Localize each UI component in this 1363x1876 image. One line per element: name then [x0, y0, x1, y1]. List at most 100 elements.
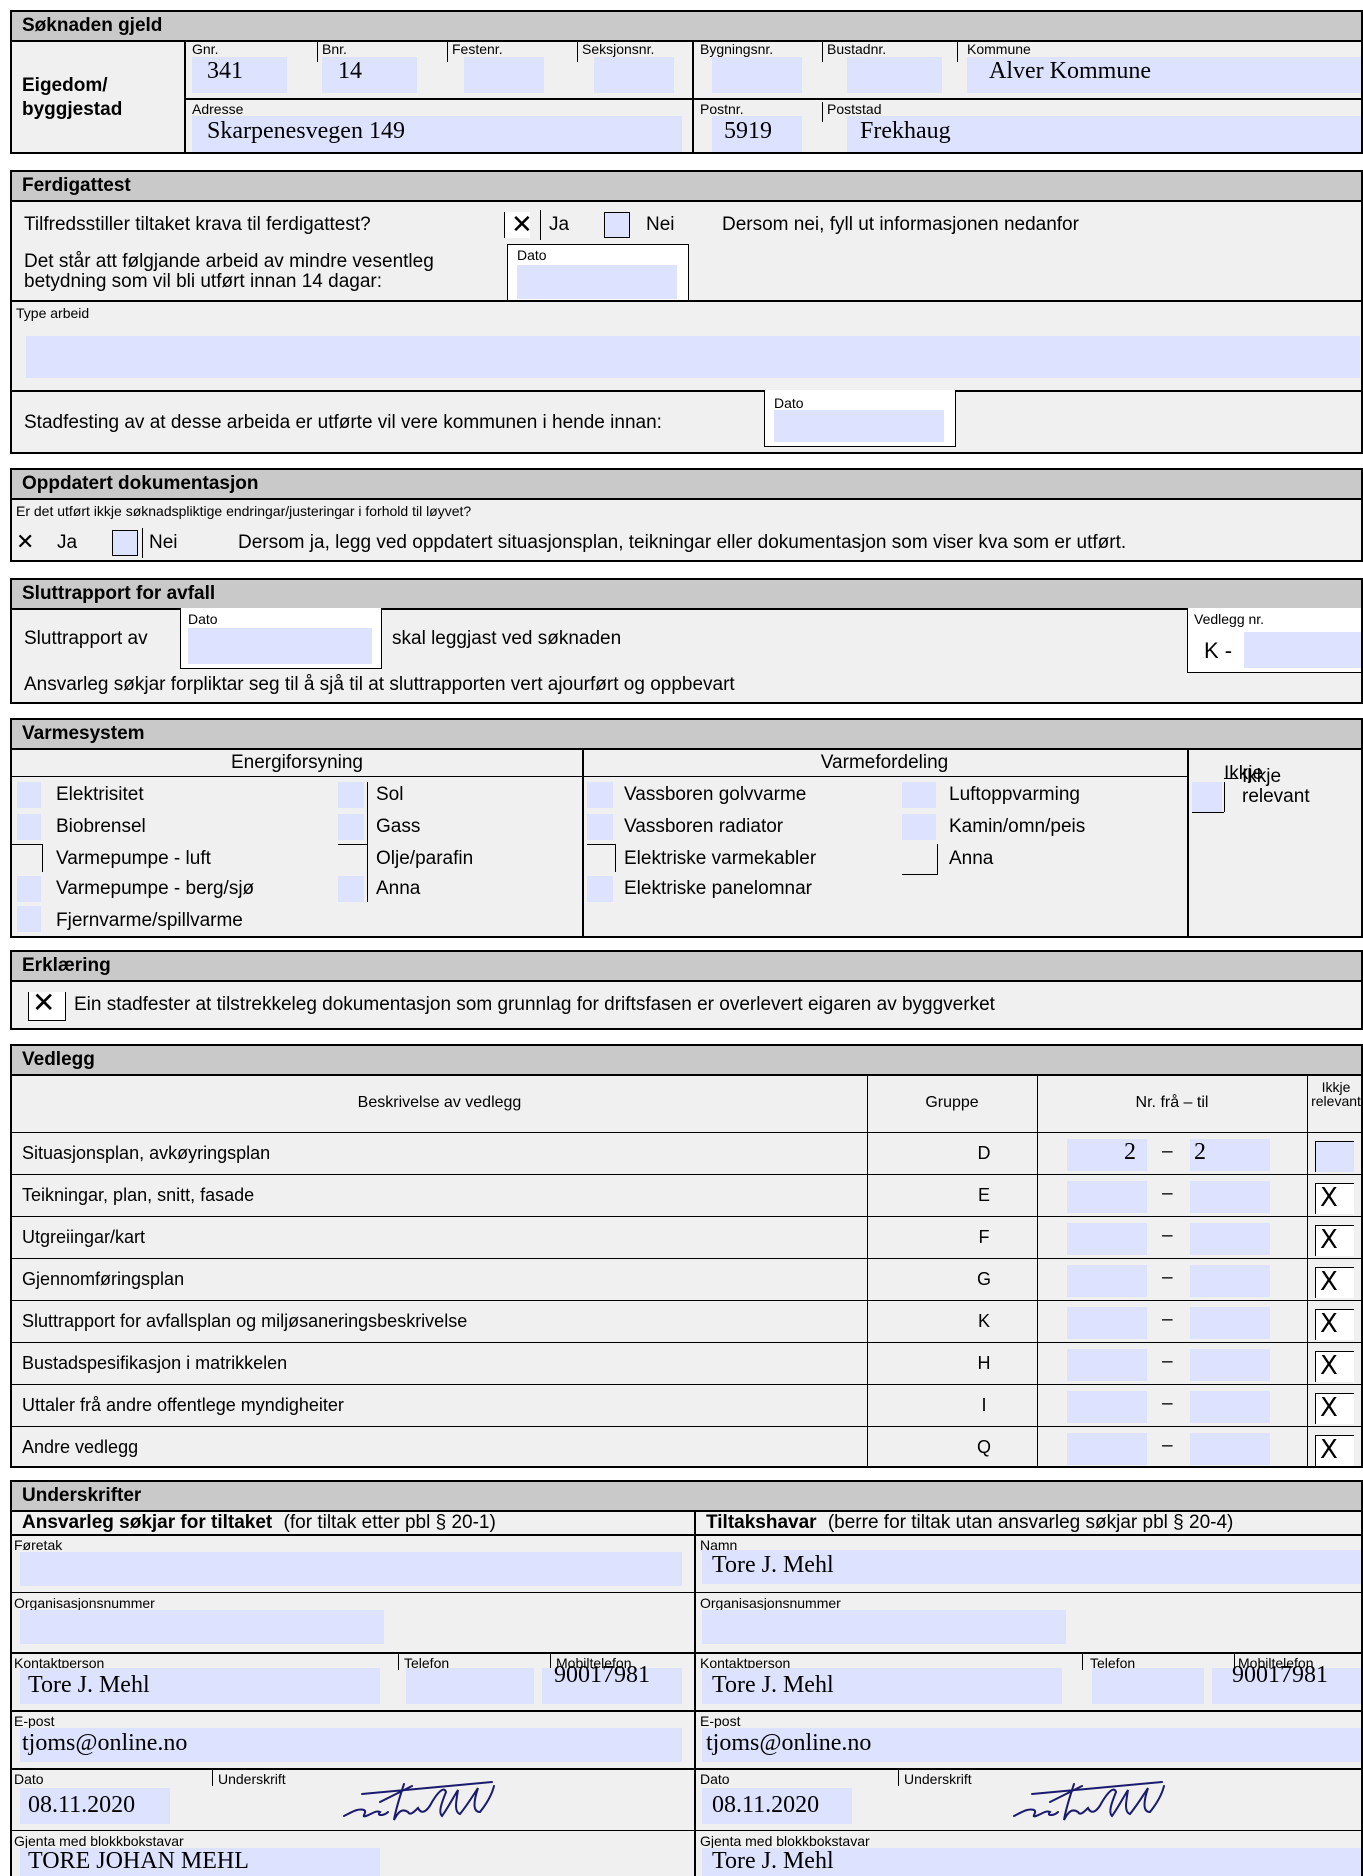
vedlegg-nr-field[interactable]	[1244, 632, 1361, 668]
gnr-value: 341	[207, 58, 243, 84]
right-org-field[interactable]	[702, 1610, 1066, 1644]
arbeid-line2: betydning som vil bli utført innan 14 da…	[24, 271, 383, 292]
cb-elektrisitet[interactable]	[17, 782, 41, 808]
vedlegg-fra-field[interactable]	[1067, 1223, 1147, 1255]
cb-ikkje-relevant[interactable]	[1192, 782, 1222, 812]
vedlegg-til-value: 2	[1194, 1139, 1206, 1165]
vedlegg-fra-field[interactable]	[1067, 1307, 1147, 1339]
right-head-title: Tiltakshavar	[706, 1512, 817, 1533]
table-row: Situasjonsplan, avkøyringsplan D 2–2	[12, 1132, 1361, 1175]
foretak-field[interactable]	[20, 1552, 682, 1586]
festenr-field[interactable]	[464, 57, 544, 93]
sluttrapport-after: skal leggjast ved søknaden	[392, 628, 622, 649]
left-epost-label: E-post	[14, 1713, 55, 1729]
col-nr-header: Nr. frå – til	[1135, 1094, 1209, 1111]
vedlegg-til-field[interactable]	[1190, 1391, 1270, 1423]
vedlegg-fra-field[interactable]	[1067, 1265, 1147, 1297]
section-title: Ferdigattest	[12, 172, 1361, 202]
oppdatert-nei-checkbox[interactable]	[112, 530, 138, 556]
cb-varmepumpe-berg[interactable]	[17, 876, 41, 902]
kommune-label: Kommune	[967, 41, 1031, 57]
sluttrapport-label: Sluttrapport av	[24, 628, 148, 649]
vedlegg-gruppe: D	[977, 1143, 991, 1163]
vedlegg-fra-field[interactable]	[1067, 1433, 1147, 1465]
left-mobil-value: 90017981	[554, 1662, 650, 1688]
cb-panelomnar[interactable]	[587, 876, 613, 902]
dato-field[interactable]	[517, 265, 677, 299]
vedlegg-desc: Gjennomføringsplan	[22, 1269, 185, 1289]
cb-gass[interactable]	[338, 814, 364, 840]
right-signature-image	[1013, 1781, 1165, 1821]
type-arbeid-field[interactable]	[26, 336, 1360, 378]
nei-note: Dersom nei, fyll ut informasjonen nedanf…	[722, 214, 1079, 235]
ja-check-mark: ✕	[511, 210, 533, 240]
cb-kamin[interactable]	[902, 814, 936, 840]
vedlegg-til-field[interactable]	[1190, 1433, 1270, 1465]
vedlegg-dash: –	[1162, 1393, 1173, 1414]
vedlegg-til-field[interactable]	[1190, 1223, 1270, 1255]
postnr-label: Postnr.	[700, 101, 744, 117]
erklaering-check-mark: ✕	[32, 986, 56, 1019]
right-dato-value: 08.11.2020	[712, 1792, 820, 1818]
vedlegg-til-field[interactable]	[1190, 1307, 1270, 1339]
form-page: Søknaden gjeld Eigedom/ byggjestad Gnr. …	[0, 0, 1363, 1876]
right-gjenta-label: Gjenta med blokkbokstavar	[700, 1833, 870, 1849]
cb-radiator[interactable]	[587, 814, 613, 840]
seksjonsnr-field[interactable]	[594, 57, 674, 93]
seksjonsnr-label: Seksjonsnr.	[582, 41, 655, 57]
table-row: Uttaler frå andre offentlege myndigheite…	[12, 1384, 1361, 1427]
nei-checkbox[interactable]	[604, 212, 630, 238]
right-head-sub: (berre for tiltak utan ansvarleg søkjar …	[827, 1512, 1234, 1533]
vedlegg-til-field[interactable]	[1190, 1265, 1270, 1297]
cb-golvvarme[interactable]	[587, 782, 613, 808]
right-telefon-field[interactable]	[1092, 1668, 1204, 1704]
vedlegg-til-field[interactable]	[1190, 1349, 1270, 1381]
sluttrapport-dato-label: Dato	[188, 611, 218, 627]
table-row: Gjennomføringsplan G – X	[12, 1258, 1361, 1301]
section-varmesystem: Varmesystem Energiforsyning Varmefordeli…	[10, 718, 1363, 938]
vedlegg-gruppe: E	[977, 1185, 990, 1205]
vedlegg-ikkje-mark: X	[1320, 1267, 1338, 1297]
cb-luftoppvarming[interactable]	[902, 782, 936, 808]
energi-item: Elektrisitet	[56, 784, 144, 805]
left-org-field[interactable]	[20, 1610, 384, 1644]
bnr-field[interactable]	[322, 57, 417, 93]
vedlegg-fra-field[interactable]	[1067, 1181, 1147, 1213]
vedlegg-gruppe: Q	[976, 1437, 991, 1457]
col-ikkje-line1: Ikkje	[1321, 1079, 1351, 1095]
vedlegg-til-field[interactable]	[1190, 1181, 1270, 1213]
cb-sol[interactable]	[338, 782, 364, 808]
vedlegg-ikkje-checkbox[interactable]	[1315, 1141, 1354, 1172]
left-dato-label: Dato	[14, 1771, 44, 1787]
oppdatert-nei-label: Nei	[149, 532, 178, 553]
cb-anna-energi[interactable]	[338, 876, 364, 902]
vedlegg-fra-field[interactable]	[1067, 1349, 1147, 1381]
vedlegg-gruppe: I	[981, 1395, 987, 1415]
section-title: Oppdatert dokumentasjon	[12, 470, 1361, 500]
vedlegg-desc: Utgreiingar/kart	[22, 1227, 146, 1247]
erklaering-text: Ein stadfester at tilstrekkeleg dokument…	[74, 994, 995, 1015]
bygningsnr-field[interactable]	[712, 57, 802, 93]
left-org-label: Organisasjonsnummer	[14, 1595, 155, 1611]
left-epost-value: tjoms@online.no	[22, 1730, 188, 1756]
vedlegg-ikkje-mark: X	[1320, 1183, 1338, 1213]
section-underskrifter: Underskrifter Ansvarleg søkjar for tilta…	[10, 1480, 1363, 1876]
section-title: Søknaden gjeld	[12, 12, 1361, 42]
gnr-label: Gnr.	[192, 41, 219, 57]
left-telefon-field[interactable]	[406, 1668, 534, 1704]
section-title: Sluttrapport for avfall	[12, 580, 1361, 610]
dato2-field[interactable]	[774, 410, 944, 442]
bustadnr-field[interactable]	[847, 57, 942, 93]
ansvar-text: Ansvarleg søkjar forpliktar seg til å sj…	[24, 674, 735, 695]
cb-fjernvarme[interactable]	[17, 906, 41, 932]
vedlegg-fra-field[interactable]	[1067, 1391, 1147, 1423]
section-sluttrapport: Sluttrapport for avfall Sluttrapport av …	[10, 578, 1363, 704]
left-gjenta-label: Gjenta med blokkbokstavar	[14, 1833, 184, 1849]
energi-item: Gass	[376, 816, 421, 837]
section-soknaden: Søknaden gjeld Eigedom/ byggjestad Gnr. …	[10, 10, 1363, 154]
section-vedlegg: Vedlegg Beskrivelse av vedlegg Gruppe Nr…	[10, 1044, 1363, 1468]
table-row: Utgreiingar/kart F – X	[12, 1216, 1361, 1259]
cb-biobrensel[interactable]	[17, 814, 41, 840]
festenr-label: Festenr.	[452, 41, 503, 57]
sluttrapport-dato-field[interactable]	[188, 628, 372, 664]
